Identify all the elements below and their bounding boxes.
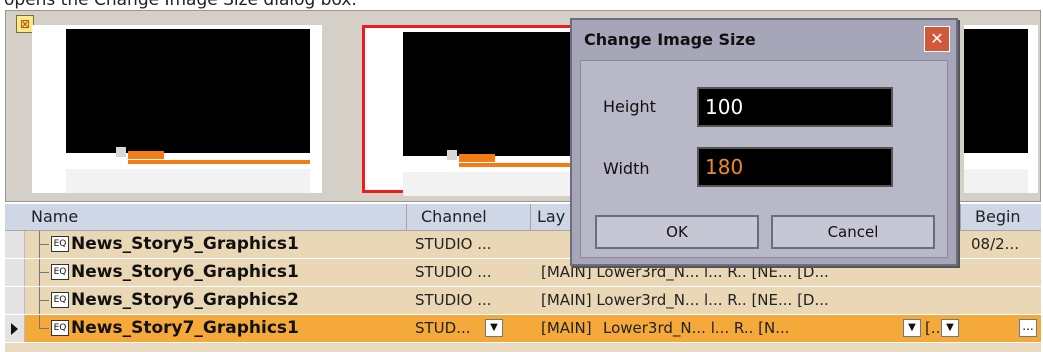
row-gutter[interactable] — [5, 315, 25, 342]
row-channel: STUDIO ... — [415, 263, 492, 281]
current-row-arrow-icon — [11, 323, 18, 335]
thumbnail-graphic — [128, 151, 164, 159]
dialog-title: Change Image Size — [584, 30, 756, 49]
row-channel: STUDIO ... — [415, 291, 492, 309]
row-begin: 08/2... — [971, 235, 1019, 253]
graphics-item-icon: EQ — [51, 292, 69, 308]
close-icon[interactable]: ✕ — [924, 26, 950, 52]
row-channel: STUDIO ... — [415, 235, 492, 253]
ellipsis-button[interactable]: ... — [1019, 319, 1037, 337]
row-name: News_Story5_Graphics1 — [71, 234, 299, 254]
row-name: News_Story7_Graphics1 — [71, 318, 299, 338]
table-row-current[interactable]: EQ News_Story7_Graphics1 STUD... ▼ [MAIN… — [5, 315, 1041, 343]
layout-dropdown-icon[interactable]: ▼ — [903, 319, 921, 337]
graphics-item-icon: EQ — [51, 264, 69, 280]
thumbnail-1[interactable] — [32, 25, 322, 193]
thumbnail-screen — [964, 29, 1028, 153]
thumbnail-graphic — [403, 172, 595, 196]
graphics-item-icon: EQ — [51, 320, 69, 336]
thumbnail-screen — [403, 32, 595, 156]
field-dropdown-icon[interactable]: ▼ — [941, 319, 959, 337]
thumbnail-graphic — [447, 150, 457, 160]
caption-text: opens the Change Image Size dialog box. — [4, 0, 357, 10]
width-label: Width — [603, 159, 650, 178]
thumbnail-graphic — [66, 169, 310, 193]
table-row[interactable]: EQ News_Story6_Graphics2 STUDIO ... [MAI… — [5, 287, 1041, 315]
row-layout-main: [MAIN] — [541, 319, 592, 337]
tree-line — [39, 315, 40, 329]
thumbnail-graphic — [459, 154, 495, 162]
thumbnail-graphic — [964, 169, 1028, 193]
column-header-channel[interactable]: Channel — [407, 204, 531, 230]
ok-button[interactable]: OK — [595, 215, 759, 249]
graphics-item-icon: EQ — [51, 236, 69, 252]
tree-line — [39, 244, 49, 245]
cancel-button[interactable]: Cancel — [771, 215, 935, 249]
channel-dropdown-icon[interactable]: ▼ — [485, 319, 503, 337]
row-layout-tail: [.. — [925, 319, 941, 337]
thumbnail-graphic — [116, 147, 126, 157]
thumbnail-graphic — [128, 160, 310, 164]
thumbnail-2-selected[interactable] — [362, 25, 595, 196]
row-gutter[interactable] — [5, 231, 25, 258]
row-name: News_Story6_Graphics1 — [71, 262, 299, 282]
row-name: News_Story6_Graphics2 — [71, 290, 299, 310]
thumbnail-screen — [66, 29, 310, 153]
thumbnail-3[interactable] — [964, 25, 1038, 193]
height-input[interactable]: 100 — [697, 87, 893, 127]
row-gutter[interactable] — [5, 287, 25, 314]
height-label: Height — [603, 97, 656, 116]
tree-line — [39, 300, 49, 301]
row-channel: STUD... — [415, 319, 471, 337]
change-image-size-dialog: Change Image Size ✕ Height 100 Width 180… — [570, 18, 958, 266]
tree-line — [39, 328, 49, 329]
column-header-begin[interactable]: Begin — [961, 204, 1041, 230]
width-input[interactable]: 180 — [697, 147, 893, 187]
row-layout: [MAIN] Lower3rd_N... l... R.. [NE... [D.… — [541, 291, 829, 309]
column-header-name[interactable]: Name — [25, 204, 407, 230]
row-gutter[interactable] — [5, 259, 25, 286]
tree-line — [39, 272, 49, 273]
dialog-body: Height 100 Width 180 OK Cancel — [580, 60, 948, 258]
row-layout: Lower3rd_N... l... R.. [N... — [603, 319, 790, 337]
